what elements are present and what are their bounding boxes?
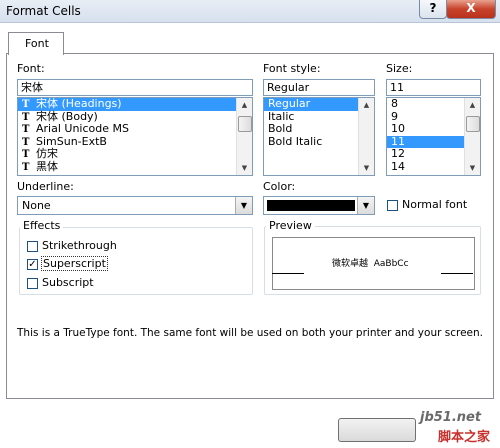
truetype-icon: T (22, 124, 30, 136)
font-list[interactable]: T 宋体 (Headings) T 宋体 (Body) T Arial Unicode… (17, 97, 253, 176)
preview-sample: 微软卓越 AaBbCc (332, 259, 409, 269)
font-style-label: Font style: (263, 62, 321, 75)
normal-font-label[interactable]: Normal font (402, 198, 467, 211)
font-item-label: Arial Unicode MS (36, 122, 129, 136)
preview-label: Preview (266, 219, 315, 232)
scroll-up-icon[interactable]: ▲ (465, 98, 480, 112)
scroll-down-icon[interactable]: ▼ (359, 161, 374, 175)
help-button[interactable]: ? (419, 0, 447, 19)
truetype-icon: T (22, 161, 30, 173)
window-title: Format Cells (6, 4, 81, 18)
font-label: Font: (17, 62, 45, 75)
font-item-label: 宋体 (Body) (36, 109, 98, 123)
chevron-down-icon[interactable]: ▼ (235, 197, 252, 214)
watermark-site: jb51.net (420, 410, 482, 425)
scroll-down-icon[interactable]: ▼ (237, 161, 252, 175)
font-input[interactable]: 宋体 (17, 79, 253, 96)
font-list-scrollbar[interactable]: ▲ ▼ (236, 98, 252, 175)
ok-button[interactable] (338, 418, 416, 442)
preview-baseline-left (272, 273, 304, 274)
underline-value: None (22, 199, 51, 212)
scroll-thumb[interactable] (466, 116, 480, 132)
color-select[interactable]: ▼ (263, 196, 375, 215)
color-swatch (267, 200, 355, 211)
scroll-thumb[interactable] (238, 116, 252, 132)
normal-font-checkbox[interactable] (387, 200, 398, 211)
truetype-info-text: This is a TrueType font. The same font w… (17, 327, 483, 339)
size-input[interactable]: 11 (386, 79, 481, 96)
font-style-scrollbar[interactable]: ▲ ▼ (358, 98, 374, 175)
scroll-up-icon[interactable]: ▲ (237, 98, 252, 112)
font-item-label: 宋体 (Headings) (36, 97, 122, 110)
font-list-item[interactable]: T 黑体 (18, 159, 252, 174)
underline-select[interactable]: None ▼ (17, 196, 253, 215)
watermark-brand: 脚本之家 (438, 430, 491, 445)
truetype-icon: T (22, 99, 30, 110)
tab-font[interactable]: Font (8, 32, 64, 55)
chevron-down-icon[interactable]: ▼ (357, 197, 374, 214)
superscript-checkbox[interactable]: ✓ (27, 259, 38, 270)
size-list[interactable]: 8 9 10 11 12 14 ▲ ▼ (386, 97, 481, 176)
strikethrough-label[interactable]: Strikethrough (42, 239, 117, 252)
superscript-label[interactable]: Superscript (41, 256, 108, 271)
tab-font-label: Font (25, 37, 49, 50)
color-label: Color: (263, 180, 296, 193)
strikethrough-checkbox[interactable] (27, 241, 38, 252)
subscript-checkbox[interactable] (27, 278, 38, 289)
font-item-label: 黑体 (36, 159, 58, 173)
font-style-input[interactable]: Regular (263, 79, 375, 96)
subscript-label[interactable]: Subscript (42, 276, 94, 289)
font-item-label: SimSun-ExtB (36, 134, 107, 148)
scroll-up-icon[interactable]: ▲ (359, 98, 374, 112)
underline-label: Underline: (17, 180, 74, 193)
font-style-list[interactable]: Regular Italic Bold Bold Italic ▲ ▼ (263, 97, 375, 176)
preview-baseline-right (441, 273, 473, 274)
effects-label: Effects (20, 219, 64, 232)
font-item-label: 仿宋 (36, 147, 58, 161)
size-label: Size: (386, 62, 413, 75)
scroll-down-icon[interactable]: ▼ (465, 161, 480, 175)
size-list-scrollbar[interactable]: ▲ ▼ (464, 98, 480, 175)
close-button[interactable]: X (446, 0, 496, 19)
